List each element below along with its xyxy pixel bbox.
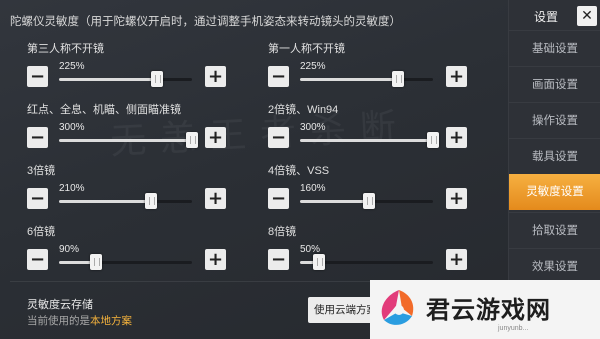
increase-button[interactable]: + <box>446 249 467 270</box>
slider-thumb[interactable] <box>312 254 325 270</box>
close-button[interactable]: ✕ <box>577 6 597 26</box>
slider-fill <box>59 78 158 81</box>
slider-fill <box>59 200 151 203</box>
sens-label: 6倍镜 <box>27 226 56 238</box>
increase-button[interactable]: + <box>205 188 226 209</box>
sensitivity-slider[interactable] <box>59 132 198 148</box>
sens-item-2x-scope: 2倍镜、Win94 − 300% + <box>268 101 498 161</box>
sensitivity-slider[interactable] <box>300 254 433 270</box>
slider-thumb[interactable] <box>427 132 439 148</box>
game-settings-screen: 无恙王者杀断 陀螺仪灵敏度（用于陀螺仪开启时，通过调整手机姿态来转动镜头的灵敏度… <box>0 0 600 339</box>
sens-value: 225% <box>59 61 85 72</box>
sidebar-header: 设置 ✕ <box>509 0 600 30</box>
sens-label: 3倍镜 <box>27 165 56 177</box>
close-icon: ✕ <box>581 8 593 24</box>
sidebar-item-pickup[interactable]: 拾取设置 <box>509 212 600 248</box>
sensitivity-slider[interactable] <box>59 254 192 270</box>
decrease-button[interactable]: − <box>27 66 48 87</box>
brand-logo-icon <box>381 290 414 325</box>
sens-label: 红点、全息、机瞄、侧面瞄准镜 <box>27 104 181 116</box>
decrease-button[interactable]: − <box>27 188 48 209</box>
sens-label: 2倍镜、Win94 <box>268 104 339 116</box>
increase-button[interactable]: + <box>205 127 226 148</box>
cloud-desc-prefix: 当前使用的是 <box>27 315 90 327</box>
sens-label: 第三人称不开镜 <box>27 43 104 55</box>
sens-label: 第一人称不开镜 <box>268 43 345 55</box>
increase-button[interactable]: + <box>446 127 467 148</box>
sens-value: 300% <box>300 122 326 133</box>
decrease-button[interactable]: − <box>27 127 48 148</box>
sensitivity-slider[interactable] <box>59 71 192 87</box>
sidebar-title: 设置 <box>534 10 559 24</box>
slider-thumb[interactable] <box>363 193 376 209</box>
sidebar-item-controls[interactable]: 操作设置 <box>509 102 600 138</box>
sensitivity-slider[interactable] <box>59 193 192 209</box>
sens-item-first-person: 第一人称不开镜 − 225% + <box>268 40 498 100</box>
decrease-button[interactable]: − <box>27 249 48 270</box>
sidebar-item-basic[interactable]: 基础设置 <box>509 30 600 66</box>
sens-label: 4倍镜、VSS <box>268 165 330 177</box>
sens-item-4x-scope: 4倍镜、VSS − 160% + <box>268 162 498 222</box>
sensitivity-slider[interactable] <box>300 71 433 87</box>
sidebar-item-graphics[interactable]: 画面设置 <box>509 66 600 102</box>
decrease-button[interactable]: − <box>268 127 289 148</box>
decrease-button[interactable]: − <box>268 249 289 270</box>
slider-thumb[interactable] <box>392 71 405 87</box>
section-title: 陀螺仪灵敏度（用于陀螺仪开启时，通过调整手机姿态来转动镜头的灵敏度） <box>10 16 401 28</box>
sens-value: 160% <box>300 183 326 194</box>
cloud-storage-title: 灵敏度云存储 <box>27 299 93 311</box>
slider-fill <box>300 139 433 142</box>
current-plan-label: 本地方案 <box>90 315 132 327</box>
sensitivity-slider[interactable] <box>300 193 433 209</box>
sens-label: 8倍镜 <box>268 226 297 238</box>
sens-item-8x-scope: 8倍镜 − 50% + <box>268 223 498 283</box>
slider-thumb[interactable] <box>144 193 157 209</box>
sensitivity-slider[interactable] <box>300 132 439 148</box>
cloud-storage-desc: 当前使用的是本地方案 <box>27 313 132 328</box>
slider-thumb[interactable] <box>90 254 103 270</box>
brand-url: junyunb... <box>498 325 529 332</box>
slider-fill <box>300 200 370 203</box>
decrease-button[interactable]: − <box>268 66 289 87</box>
brand-name: 君云游戏网 <box>426 296 551 324</box>
slider-fill <box>300 78 399 81</box>
sens-item-3x-scope: 3倍镜 − 210% + <box>27 162 257 222</box>
sens-item-third-person: 第三人称不开镜 − 225% + <box>27 40 257 100</box>
sidebar-item-effects[interactable]: 效果设置 <box>509 248 600 284</box>
increase-button[interactable]: + <box>205 66 226 87</box>
slider-thumb[interactable] <box>186 132 198 148</box>
sens-value: 210% <box>59 183 85 194</box>
increase-button[interactable]: + <box>446 66 467 87</box>
increase-button[interactable]: + <box>446 188 467 209</box>
sens-value: 225% <box>300 61 326 72</box>
sens-item-red-dot: 红点、全息、机瞄、侧面瞄准镜 − 300% + <box>27 101 257 161</box>
decrease-button[interactable]: − <box>268 188 289 209</box>
slider-fill <box>59 139 192 142</box>
increase-button[interactable]: + <box>205 249 226 270</box>
sens-value: 90% <box>59 244 80 255</box>
sidebar-item-sensitivity[interactable]: 灵敏度设置 <box>509 174 600 210</box>
sens-item-6x-scope: 6倍镜 − 90% + <box>27 223 257 283</box>
sidebar-item-vehicle[interactable]: 载具设置 <box>509 138 600 174</box>
slider-thumb[interactable] <box>151 71 164 87</box>
sens-value: 300% <box>59 122 85 133</box>
site-watermark: 君云游戏网 junyunb... <box>370 280 600 339</box>
